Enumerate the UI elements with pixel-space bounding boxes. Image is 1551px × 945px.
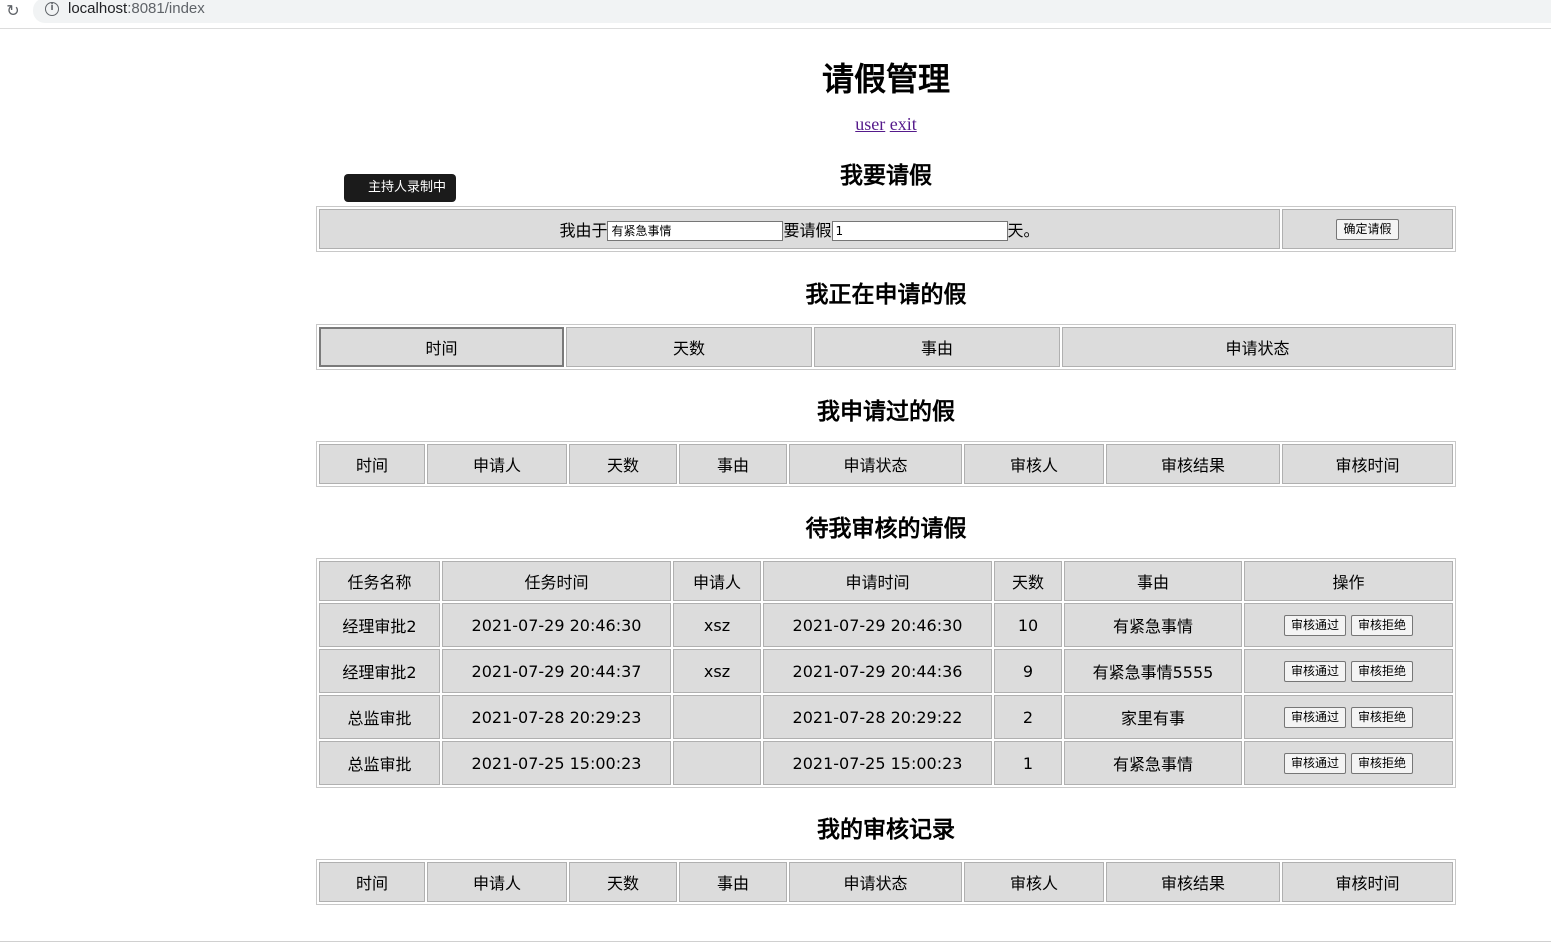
tasks-col-reason: 事由: [1064, 561, 1242, 601]
table-row: 总监审批 2021-07-25 15:00:23 2021-07-25 15:0…: [319, 741, 1453, 785]
apply-heading: 我要请假: [840, 163, 932, 189]
browser-address-bar: ↻ i localhost:8081/index: [0, 0, 1551, 29]
tasks-col-actions: 操作: [1244, 561, 1453, 601]
tasks-heading: 待我审核的请假: [805, 516, 967, 542]
tasks-table: 任务名称 任务时间 申请人 申请时间 天数 事由 操作 经理审批2 2021-0…: [316, 558, 1456, 788]
records-col-days: 天数: [569, 862, 677, 902]
tasks-col-name: 任务名称: [319, 561, 440, 601]
task-days: 2: [994, 695, 1062, 739]
records-heading: 我的审核记录: [817, 817, 955, 843]
records-table: 时间 申请人 天数 事由 申请状态 审核人 审核结果 审核时间: [316, 859, 1456, 905]
history-col-result: 审核结果: [1106, 444, 1280, 484]
history-col-days: 天数: [569, 444, 677, 484]
task-actions: 审核通过 审核拒绝: [1244, 603, 1453, 647]
approve-button[interactable]: 审核通过: [1283, 753, 1346, 774]
task-actions: 审核通过 审核拒绝: [1244, 649, 1453, 693]
history-table: 时间 申请人 天数 事由 申请状态 审核人 审核结果 审核时间: [316, 441, 1456, 487]
task-applicant: xsz: [673, 603, 761, 647]
submit-cell: 确定请假: [1282, 209, 1453, 249]
bottom-divider: [0, 941, 1551, 942]
pending-col-reason: 事由: [814, 327, 1060, 367]
task-reason: 家里有事: [1064, 695, 1242, 739]
task-reason: 有紧急事情: [1064, 603, 1242, 647]
tasks-col-task-time: 任务时间: [442, 561, 671, 601]
apply-form-table: 我由于 有紧急事情 要请假 1 天。 确定请假: [316, 206, 1456, 252]
user-link[interactable]: user: [855, 114, 885, 134]
task-days: 1: [994, 741, 1062, 785]
task-reason: 有紧急事情5555: [1064, 649, 1242, 693]
task-time: 2021-07-29 20:46:30: [442, 603, 671, 647]
reload-icon[interactable]: ↻: [3, 1, 23, 21]
task-actions: 审核通过 审核拒绝: [1244, 695, 1453, 739]
task-name: 总监审批: [319, 741, 440, 785]
reason-prefix: 我由于: [559, 220, 608, 240]
info-icon[interactable]: i: [45, 2, 59, 16]
task-applicant: [673, 695, 761, 739]
tasks-col-applicant: 申请人: [673, 561, 761, 601]
days-input[interactable]: 1: [831, 221, 1008, 242]
pending-table: 时间 天数 事由 申请状态: [316, 324, 1456, 370]
history-col-status: 申请状态: [789, 444, 962, 484]
days-suffix: 天。: [1007, 220, 1040, 240]
task-time: 2021-07-25 15:00:23: [442, 741, 671, 785]
page-title: 请假管理: [821, 60, 950, 98]
reject-button[interactable]: 审核拒绝: [1351, 753, 1414, 774]
pending-col-time[interactable]: 时间: [319, 327, 564, 367]
reason-input[interactable]: 有紧急事情: [607, 221, 784, 242]
task-time: 2021-07-28 20:29:23: [442, 695, 671, 739]
task-apply-time: 2021-07-29 20:46:30: [763, 603, 992, 647]
task-time: 2021-07-29 20:44:37: [442, 649, 671, 693]
table-row: 经理审批2 2021-07-29 20:46:30 xsz 2021-07-29…: [319, 603, 1453, 647]
reject-button[interactable]: 审核拒绝: [1351, 707, 1414, 728]
task-apply-time: 2021-07-29 20:44:36: [763, 649, 992, 693]
reject-button[interactable]: 审核拒绝: [1351, 661, 1414, 682]
task-name: 经理审批2: [319, 649, 440, 693]
approve-button[interactable]: 审核通过: [1283, 661, 1346, 682]
omnibox[interactable]: i localhost:8081/index: [33, 0, 1551, 23]
history-heading: 我申请过的假: [817, 399, 955, 425]
records-col-status: 申请状态: [789, 862, 962, 902]
tasks-col-days: 天数: [994, 561, 1062, 601]
pending-col-days: 天数: [566, 327, 812, 367]
task-days: 10: [994, 603, 1062, 647]
records-col-reviewer: 审核人: [964, 862, 1104, 902]
task-name: 经理审批2: [319, 603, 440, 647]
task-apply-time: 2021-07-28 20:29:22: [763, 695, 992, 739]
records-col-time: 时间: [319, 862, 425, 902]
reject-button[interactable]: 审核拒绝: [1351, 615, 1414, 636]
task-applicant: [673, 741, 761, 785]
history-col-reviewer: 审核人: [964, 444, 1104, 484]
pending-col-status: 申请状态: [1062, 327, 1453, 367]
task-apply-time: 2021-07-25 15:00:23: [763, 741, 992, 785]
records-col-applicant: 申请人: [427, 862, 567, 902]
records-col-review-time: 审核时间: [1282, 862, 1453, 902]
exit-link[interactable]: exit: [890, 114, 917, 134]
task-reason: 有紧急事情: [1064, 741, 1242, 785]
history-col-applicant: 申请人: [427, 444, 567, 484]
apply-form-cell: 我由于 有紧急事情 要请假 1 天。: [319, 209, 1280, 249]
approve-button[interactable]: 审核通过: [1283, 707, 1346, 728]
records-col-reason: 事由: [679, 862, 787, 902]
approve-button[interactable]: 审核通过: [1283, 615, 1346, 636]
table-row: 经理审批2 2021-07-29 20:44:37 xsz 2021-07-29…: [319, 649, 1453, 693]
recording-badge: 主持人录制中: [344, 174, 456, 202]
url-text[interactable]: localhost:8081/index: [68, 0, 205, 17]
days-prefix: 要请假: [783, 220, 832, 240]
pending-heading: 我正在申请的假: [805, 282, 967, 308]
tasks-col-apply-time: 申请时间: [763, 561, 992, 601]
history-col-review-time: 审核时间: [1282, 444, 1453, 484]
history-col-time: 时间: [319, 444, 425, 484]
records-col-result: 审核结果: [1106, 862, 1280, 902]
task-actions: 审核通过 审核拒绝: [1244, 741, 1453, 785]
nav-links: user exit: [316, 114, 1456, 135]
task-days: 9: [994, 649, 1062, 693]
submit-leave-button[interactable]: 确定请假: [1336, 219, 1399, 240]
task-name: 总监审批: [319, 695, 440, 739]
task-applicant: xsz: [673, 649, 761, 693]
history-col-reason: 事由: [679, 444, 787, 484]
table-row: 总监审批 2021-07-28 20:29:23 2021-07-28 20:2…: [319, 695, 1453, 739]
